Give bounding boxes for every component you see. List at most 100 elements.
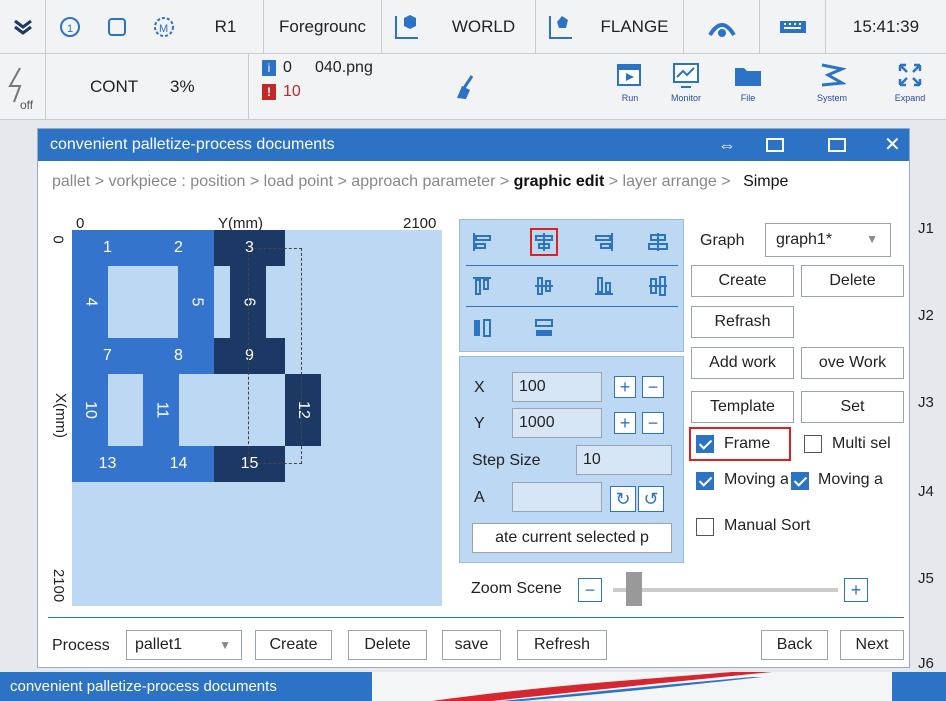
run-tool[interactable]: Run — [604, 60, 656, 116]
step-size-input[interactable]: 10 — [576, 445, 672, 475]
graph-select[interactable]: graph1* ▼ — [765, 223, 891, 257]
resize-arrows-icon[interactable]: ⇔ — [718, 129, 736, 161]
add-work-button[interactable]: Add work — [691, 347, 794, 379]
graph-create-button[interactable]: Create — [691, 265, 794, 297]
graph-refresh-button[interactable]: Refrash — [691, 306, 794, 338]
flange-icon[interactable] — [536, 0, 586, 54]
breadcrumb[interactable]: pallet > vorkpiece : position > load poi… — [52, 173, 788, 191]
joint-j2[interactable]: J2 — [918, 307, 934, 324]
distribute-horizontal-icon[interactable] — [644, 228, 672, 256]
align-left-icon[interactable] — [468, 228, 496, 256]
process-refresh-button[interactable]: Refresh — [517, 630, 607, 660]
zoom-slider-handle[interactable] — [626, 572, 642, 606]
joint-j4[interactable]: J4 — [918, 483, 934, 500]
work-block-14[interactable]: 14 — [143, 446, 214, 482]
breadcrumb-current[interactable]: graphic edit — [514, 173, 605, 190]
foreground-selector[interactable]: Foregrounc — [264, 0, 382, 54]
wireless-icon[interactable] — [684, 0, 760, 54]
expand-tool[interactable]: Expand — [884, 60, 936, 116]
pallet-canvas[interactable]: 1 2 3 4 5 6 7 8 9 10 11 12 13 14 15 — [72, 230, 442, 606]
x-plus-button[interactable]: + — [614, 376, 636, 398]
frame-checkbox[interactable] — [696, 435, 714, 453]
breadcrumb-steps[interactable]: pallet > vorkpiece : position > load poi… — [52, 173, 514, 190]
svg-text:M: M — [159, 23, 168, 35]
save-button[interactable]: save — [442, 630, 501, 660]
rotate-cw-icon[interactable]: ↻ — [610, 486, 636, 512]
restore-icon[interactable] — [766, 138, 784, 152]
x-input[interactable]: 100 — [512, 372, 602, 402]
dialog-title-bar: convenient palletize-process documents ⇔… — [38, 129, 909, 161]
work-block-8[interactable]: 8 — [143, 338, 214, 374]
work-block-7[interactable]: 7 — [72, 338, 143, 374]
joint-j3[interactable]: J3 — [918, 394, 934, 411]
clear-broom-icon[interactable] — [454, 74, 476, 105]
work-block-2[interactable]: 2 — [143, 230, 214, 266]
align-top-icon[interactable] — [468, 272, 496, 300]
top-bar: 1 M R1 Foregrounc WORLD FLANGE 15:41:39 — [0, 0, 946, 54]
x-minus-button[interactable]: − — [642, 376, 664, 398]
keyboard-icon[interactable] — [760, 0, 826, 54]
servo-off-icon[interactable]: off — [0, 54, 46, 120]
set-button[interactable]: Set — [801, 391, 904, 423]
square-icon[interactable] — [94, 0, 140, 54]
moving-a-checkbox-2[interactable] — [791, 472, 809, 490]
align-center-horizontal-icon[interactable] — [530, 228, 558, 256]
flange-label[interactable]: FLANGE — [586, 0, 684, 54]
multi-select-checkbox[interactable] — [804, 435, 822, 453]
folder-icon — [732, 60, 764, 90]
system-tool[interactable]: System — [806, 60, 858, 116]
speed-percent[interactable]: 3% — [170, 77, 195, 97]
vertical-orientation-icon[interactable] — [468, 314, 496, 342]
angle-input[interactable] — [512, 482, 602, 512]
back-button[interactable]: Back — [761, 630, 828, 660]
next-button[interactable]: Next — [840, 630, 904, 660]
world-label[interactable]: WORLD — [432, 0, 536, 54]
y-minus-button[interactable]: − — [642, 412, 664, 434]
breadcrumb-last[interactable]: Simpe — [743, 173, 788, 190]
y-input[interactable]: 1000 — [512, 408, 602, 438]
monitor-tool[interactable]: Monitor — [660, 60, 712, 116]
y-plus-button[interactable]: + — [614, 412, 636, 434]
power-icon[interactable]: 1 — [46, 0, 94, 54]
manual-mode-icon[interactable]: M — [140, 0, 188, 54]
process-select[interactable]: pallet1 ▼ — [126, 630, 242, 660]
align-right-icon[interactable] — [590, 228, 618, 256]
process-delete-button[interactable]: Delete — [348, 630, 427, 660]
align-bottom-icon[interactable] — [590, 272, 618, 300]
distribute-vertical-icon[interactable] — [644, 272, 672, 300]
rotate-selected-button[interactable]: ate current selected p — [472, 523, 672, 553]
work-block-4[interactable]: 4 — [72, 266, 108, 338]
horizontal-orientation-icon[interactable] — [530, 314, 558, 342]
joint-j5[interactable]: J5 — [918, 570, 934, 587]
zoom-in-button[interactable]: + — [844, 578, 868, 602]
collapse-icon[interactable] — [0, 0, 46, 54]
work-block-10[interactable]: 10 — [72, 374, 108, 446]
robot-id[interactable]: R1 — [188, 0, 264, 54]
joint-j6[interactable]: J6 — [918, 655, 934, 672]
world-coordinate-icon[interactable] — [382, 0, 432, 54]
close-icon[interactable]: ✕ — [884, 129, 901, 161]
moving-a-checkbox-1[interactable] — [696, 472, 714, 490]
manual-sort-checkbox[interactable] — [696, 518, 714, 536]
x-label: X — [474, 379, 485, 396]
work-block-1[interactable]: 1 — [72, 230, 143, 266]
process-create-button[interactable]: Create — [255, 630, 332, 660]
file-tool[interactable]: File — [722, 60, 774, 116]
remove-work-button[interactable]: ove Work — [801, 347, 904, 379]
work-block-5[interactable]: 5 — [178, 266, 214, 338]
graph-delete-button[interactable]: Delete — [801, 265, 904, 297]
joint-j1[interactable]: J1 — [918, 220, 934, 237]
warning-count[interactable]: 10 — [283, 83, 301, 101]
zoom-slider-track[interactable] — [613, 588, 838, 592]
rotate-ccw-icon[interactable]: ↺ — [638, 486, 664, 512]
template-button[interactable]: Template — [691, 391, 794, 423]
frame-label: Frame — [724, 435, 771, 452]
maximize-icon[interactable] — [828, 138, 846, 152]
breadcrumb-next[interactable]: > layer arrange > — [604, 173, 735, 190]
run-mode[interactable]: CONT — [90, 77, 138, 97]
zoom-out-button[interactable]: − — [578, 578, 602, 602]
work-block-13[interactable]: 13 — [72, 446, 143, 482]
taskbar-item[interactable]: convenient palletize-process documents — [0, 672, 372, 701]
work-block-11[interactable]: 11 — [143, 374, 179, 446]
align-middle-icon[interactable] — [530, 272, 558, 300]
